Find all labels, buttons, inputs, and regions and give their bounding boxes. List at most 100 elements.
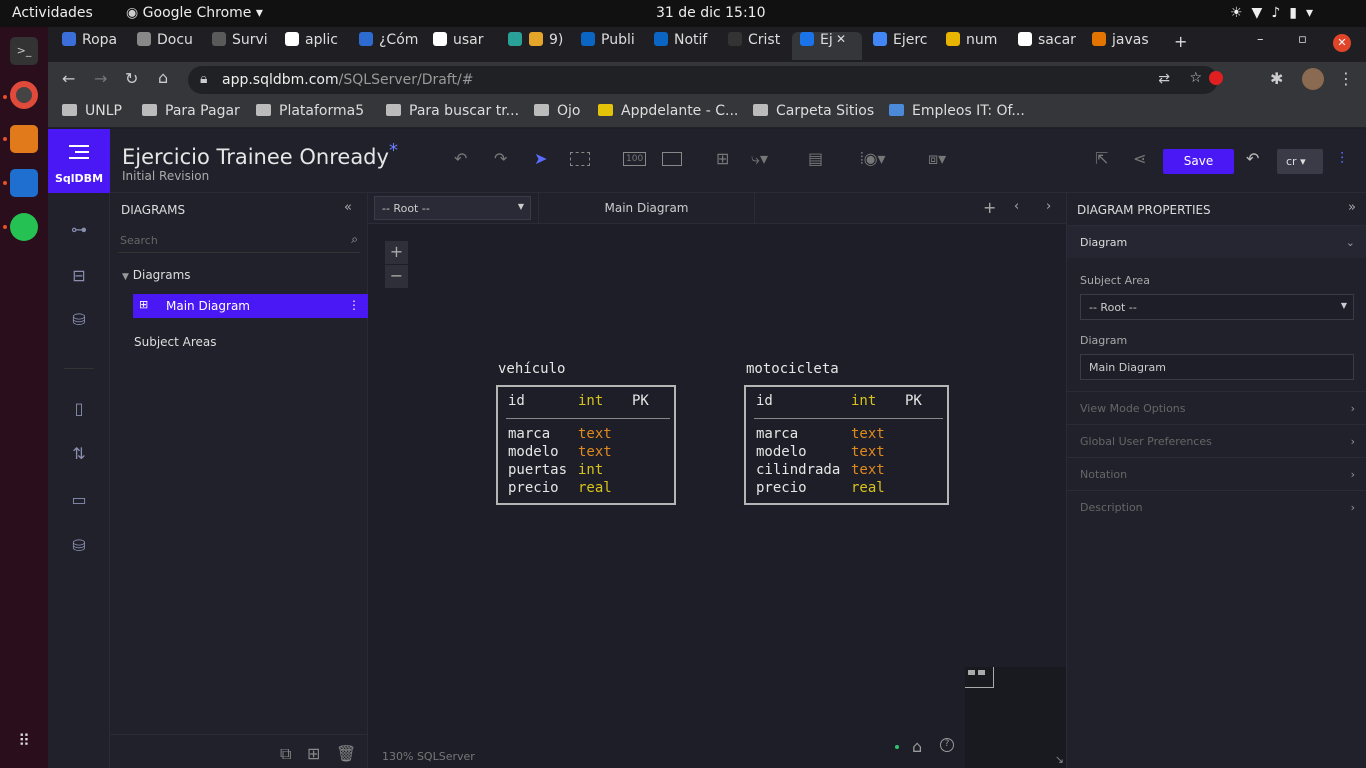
add-tab-icon[interactable]: + — [983, 198, 996, 217]
maximize-icon[interactable]: ▫ — [1298, 32, 1307, 47]
table-entity[interactable]: id int PK marca text modelo text cilindrada text… — [744, 385, 949, 505]
bookmark-item[interactable]: Carpeta Sitios — [753, 103, 874, 119]
note-icon[interactable]: ▤ — [808, 149, 823, 168]
diagram-name-field[interactable]: Main Diagram — [1080, 354, 1354, 380]
sublime-icon[interactable] — [10, 125, 38, 153]
project-title[interactable]: Ejercicio Trainee Onready* — [122, 140, 398, 169]
browser-tab[interactable]: Ropa — [62, 32, 124, 60]
help-icon[interactable]: ? — [940, 738, 954, 752]
search-input[interactable]: Search ⌕ — [118, 227, 360, 253]
reload-icon[interactable]: ↻ — [125, 69, 138, 88]
star-icon[interactable]: ☆ — [1189, 70, 1202, 86]
view-icon[interactable]: ⦙◉▾ — [860, 149, 886, 169]
back-icon[interactable]: ← — [62, 69, 75, 88]
app-grid-icon[interactable]: ⠿ — [10, 731, 38, 759]
property-section[interactable]: Global User Preferences › — [1067, 424, 1366, 457]
export-icon[interactable]: ⇱ — [1095, 149, 1108, 168]
subject-area-select[interactable]: -- Root -- ▼ — [374, 196, 531, 220]
diagram-tree-icon[interactable]: ⊶ — [68, 220, 90, 240]
browser-tab[interactable]: Survi — [212, 32, 274, 60]
property-section[interactable]: Description › — [1067, 490, 1366, 523]
tutorial-icon[interactable]: ⌂ — [912, 737, 922, 756]
table-name[interactable]: vehículo — [498, 361, 565, 377]
next-icon[interactable]: › — [1046, 199, 1051, 214]
save-button[interactable]: Save — [1163, 149, 1234, 174]
zoom-in-button[interactable]: + — [385, 241, 408, 264]
activities-button[interactable]: Actividades — [12, 5, 93, 21]
menu-icon[interactable]: ⋮ — [1338, 69, 1354, 88]
browser-tab[interactable]: Notif — [654, 32, 716, 60]
tree-item-main-diagram[interactable]: ⊞ Main Diagram ⋮ — [133, 294, 368, 318]
forward-icon[interactable]: → — [94, 69, 107, 88]
home-icon[interactable]: ⌂ — [158, 68, 168, 87]
subject-areas[interactable]: Subject Areas — [134, 335, 217, 349]
fit-icon[interactable] — [662, 152, 682, 166]
bookmark-item[interactable]: Empleos IT: Of... — [889, 103, 1025, 119]
diagram-add-icon[interactable]: ⊞ — [307, 744, 320, 763]
tree-diagrams[interactable]: ▼ Diagrams — [122, 268, 191, 282]
tables-icon[interactable]: ⊟ — [68, 266, 90, 286]
bookmark-item[interactable]: Ojo — [534, 103, 580, 119]
tab-main-diagram[interactable]: Main Diagram — [538, 193, 755, 224]
browser-tab[interactable]: Crist — [728, 32, 790, 60]
relation-icon[interactable]: ⤷▾ — [751, 149, 768, 169]
vscode-icon[interactable] — [10, 169, 38, 197]
bookmark-item[interactable]: Para Pagar — [142, 103, 240, 119]
docs-book-icon[interactable]: ▯ — [68, 399, 90, 419]
browser-tab[interactable]: Ejerc — [873, 32, 935, 60]
zoom-100-icon[interactable]: 100 — [623, 152, 647, 166]
table-icon[interactable]: ⊞ — [716, 149, 729, 168]
collapse-right-icon[interactable]: » — [1348, 200, 1356, 215]
property-section[interactable]: Notation › — [1067, 457, 1366, 490]
table-entity[interactable]: id int PK marca text modelo text puertas int prec… — [496, 385, 676, 505]
redo-icon[interactable]: ↷ — [494, 149, 507, 168]
diagram-canvas[interactable]: + − vehículo id int PK marca text modelo text pu… — [368, 225, 1066, 768]
new-tab-icon[interactable]: + — [1174, 32, 1187, 51]
share-icon[interactable]: ⋖ — [1133, 149, 1146, 168]
select-pointer-icon[interactable]: ➤ — [534, 149, 547, 168]
undo-icon[interactable]: ↶ — [454, 149, 467, 168]
import-db-icon[interactable]: ⛁ — [68, 536, 90, 556]
whatsapp-icon[interactable] — [10, 213, 38, 241]
clock[interactable]: 31 de dic 15:10 — [656, 5, 765, 21]
new-diagram-icon[interactable]: ⧉ — [280, 744, 291, 764]
user-menu[interactable]: cr ▾ — [1277, 149, 1323, 174]
database-icon[interactable]: ⛁ — [68, 310, 90, 330]
browser-tab[interactable]: num — [946, 32, 1008, 60]
chrome-dock-icon[interactable] — [10, 81, 38, 109]
prev-icon[interactable]: ‹ — [1014, 199, 1019, 214]
browser-tab[interactable]: Publi — [581, 32, 643, 60]
collapse-icon[interactable]: « — [344, 200, 352, 215]
settings-sliders-icon[interactable]: ⫶ — [1340, 149, 1344, 169]
bookmark-item[interactable]: Appdelante - C... — [598, 103, 738, 119]
frame-icon[interactable]: ⧈▾ — [928, 149, 946, 169]
address-bar[interactable]: 🔒︎ app.sqldbm.com/SQLServer/Draft/# ⇄ ☆ — [188, 66, 1218, 94]
resize-icon[interactable]: ↘ — [1055, 753, 1064, 766]
search-icon[interactable]: ⌕ — [351, 232, 358, 247]
browser-tab[interactable]: aplic — [285, 32, 347, 60]
bookmark-item[interactable]: Plataforma5 — [256, 103, 364, 119]
minimize-icon[interactable]: – — [1257, 32, 1264, 47]
property-section[interactable]: View Mode Options › — [1067, 391, 1366, 424]
browser-tab[interactable]: ¿Cóm — [359, 32, 421, 60]
table-name[interactable]: motocicleta — [746, 361, 839, 377]
browser-tab[interactable]: usar — [433, 32, 495, 60]
trash-icon[interactable]: 🗑︎ — [336, 744, 356, 763]
logo[interactable]: SqlDBM — [48, 129, 110, 193]
close-tab-icon[interactable]: ✕ — [836, 32, 846, 46]
translate-icon[interactable]: ⇄ — [1158, 71, 1170, 87]
terminal-icon[interactable]: >_ — [10, 37, 38, 65]
subject-area-select[interactable]: -- Root -- ▼ — [1080, 294, 1354, 320]
extension-icon[interactable] — [1209, 71, 1223, 85]
compare-icon[interactable]: ⇅ — [68, 444, 90, 464]
puzzle-icon[interactable]: ✱ — [1270, 69, 1283, 88]
status-icons[interactable]: ☀▼♪▮▾ — [1230, 5, 1322, 21]
avatar[interactable] — [1302, 68, 1324, 90]
bookmark-item[interactable]: UNLP — [62, 103, 122, 119]
minimap[interactable]: ↘ — [965, 667, 1066, 768]
revert-icon[interactable]: ↶ — [1246, 149, 1259, 168]
zoom-out-button[interactable]: − — [385, 265, 408, 288]
app-menu[interactable]: ◉ Google Chrome ▾ — [126, 5, 263, 21]
browser-tab[interactable]: sacar — [1018, 32, 1080, 60]
more-icon[interactable]: ⋮ — [348, 298, 360, 312]
